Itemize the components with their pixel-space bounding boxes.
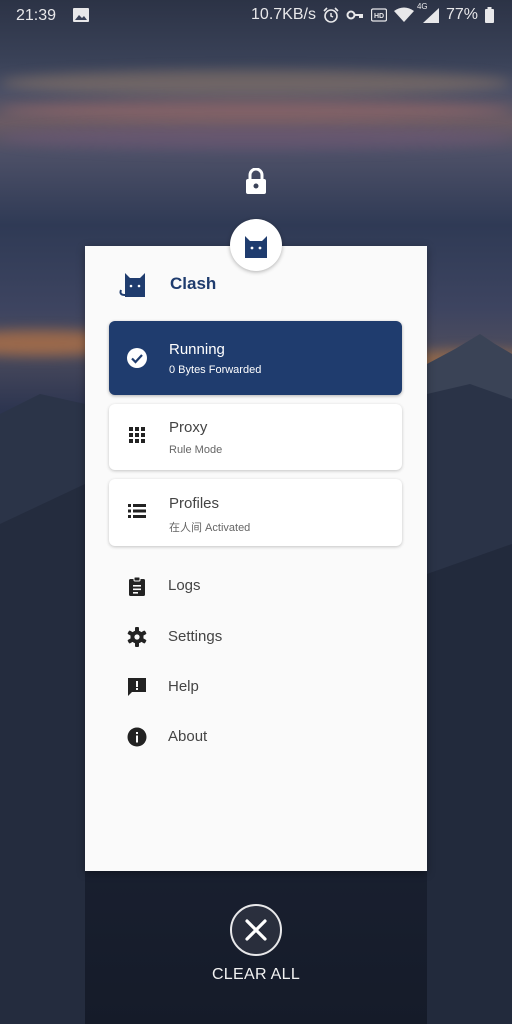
network-type: 4G xyxy=(416,2,428,11)
proxy-title: Proxy xyxy=(169,419,208,436)
wifi-icon xyxy=(393,7,414,22)
lock-icon[interactable] xyxy=(245,168,267,194)
status-subtitle: 0 Bytes Forwarded xyxy=(169,364,262,376)
clash-cat-icon xyxy=(245,236,267,258)
feedback-icon xyxy=(128,678,146,696)
app-badge[interactable] xyxy=(230,219,282,271)
clear-all-button[interactable] xyxy=(230,904,282,956)
close-icon xyxy=(245,919,267,941)
network-speed: 10.7KB/s xyxy=(251,6,316,23)
profiles-subtitle: 在人间 Activated xyxy=(169,522,251,534)
proxy-subtitle: Rule Mode xyxy=(169,444,223,456)
status-tile[interactable]: Running 0 Bytes Forwarded xyxy=(109,321,402,395)
hd-icon: HD xyxy=(370,8,387,22)
grid-icon xyxy=(129,427,145,443)
menu-label-help: Help xyxy=(168,678,199,695)
status-title: Running xyxy=(169,341,225,358)
vpn-key-icon xyxy=(346,10,363,20)
menu-item-about[interactable]: About xyxy=(109,717,402,757)
app-header: Clash xyxy=(118,268,216,300)
svg-text:HD: HD xyxy=(374,13,384,20)
app-title: Clash xyxy=(170,274,217,293)
clear-all-label[interactable]: CLEAR ALL xyxy=(0,966,512,984)
list-icon xyxy=(128,504,146,518)
proxy-tile[interactable]: Proxy Rule Mode xyxy=(109,404,402,470)
gear-icon xyxy=(127,627,147,647)
profiles-title: Profiles xyxy=(169,495,220,512)
menu-label-settings: Settings xyxy=(168,628,223,645)
image-icon xyxy=(73,8,89,22)
battery-percent: 77% xyxy=(445,6,478,23)
menu-label-logs: Logs xyxy=(168,577,201,594)
signal-icon: 4G xyxy=(417,2,439,23)
info-icon xyxy=(127,727,147,747)
clash-logo-icon xyxy=(119,273,145,297)
alarm-icon xyxy=(323,7,339,23)
battery-icon xyxy=(485,7,494,23)
menu-item-logs[interactable]: Logs xyxy=(109,566,402,606)
menu-label-about: About xyxy=(168,728,208,745)
status-time: 21:39 xyxy=(16,7,57,24)
clipboard-icon xyxy=(129,576,145,596)
check-circle-icon xyxy=(127,348,147,368)
menu-item-settings[interactable]: Settings xyxy=(109,617,402,657)
profiles-tile[interactable]: Profiles 在人间 Activated xyxy=(109,479,402,546)
menu-item-help[interactable]: Help xyxy=(109,667,402,707)
status-bar: 21:39 10.7KB/s HD 4G 77% xyxy=(0,0,512,32)
